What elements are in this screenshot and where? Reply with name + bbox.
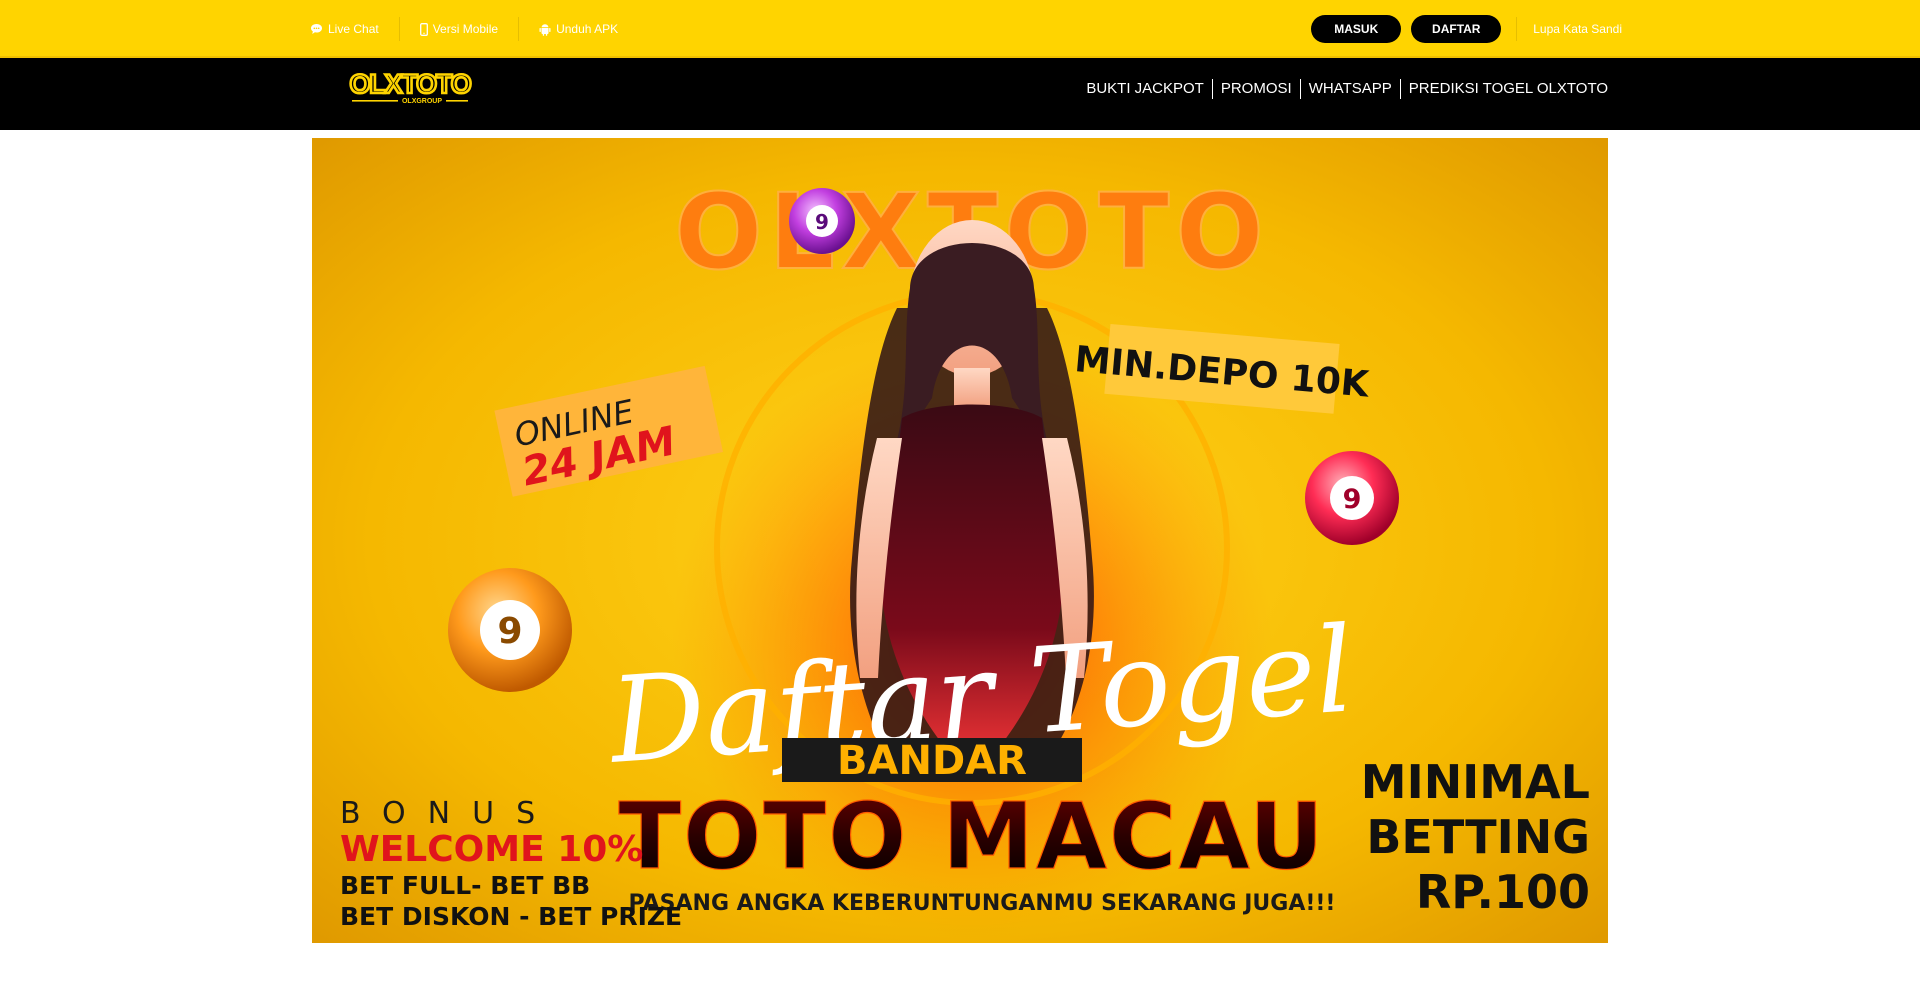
top-bar: Live Chat Versi Mobile Unduh APK MASUK D… [0, 0, 1920, 58]
mobile-phone-icon [419, 22, 428, 36]
auth-controls: MASUK DAFTAR Lupa Kata Sandi [1301, 0, 1622, 58]
nav-prediksi-togel[interactable]: PREDIKSI TOGEL OLXTOTO [1399, 79, 1608, 99]
nav-bukti-jackpot[interactable]: BUKTI JACKPOT [1078, 79, 1212, 99]
product-title: TOTO MACAU [618, 783, 1325, 890]
minimal-line-3: RP.100 [1416, 865, 1590, 919]
bonus-line-2: BET DISKON - BET PRIZE [340, 902, 682, 931]
chat-bubble-icon [310, 23, 323, 35]
bonus-title: BONUS [340, 796, 557, 831]
ball-number: 9 [815, 210, 829, 234]
bonus-welcome: WELCOME 10% [340, 829, 643, 870]
logo-subtext: OLXGROUP [402, 98, 442, 105]
top-links: Live Chat Versi Mobile Unduh APK [310, 0, 638, 58]
nav-promosi[interactable]: PROMOSI [1211, 79, 1300, 99]
live-chat-label: Live Chat [328, 22, 379, 36]
bandar-label: BANDAR [837, 738, 1027, 784]
register-button[interactable]: DAFTAR [1411, 15, 1502, 43]
main-navbar: OLXTOTO OLXGROUP BUKTI JACKPOT PROMOSI W… [0, 58, 1920, 130]
forgot-password-link[interactable]: Lupa Kata Sandi [1516, 17, 1622, 41]
minimal-line-1: MINIMAL [1361, 755, 1590, 809]
login-button[interactable]: MASUK [1311, 15, 1402, 43]
bonus-line-1: BET FULL- BET BB [340, 871, 590, 900]
main-nav: BUKTI JACKPOT PROMOSI WHATSAPP PREDIKSI … [1078, 79, 1608, 99]
lottery-ball-orange: 9 [448, 568, 572, 692]
logo-text: OLXTOTO [349, 69, 470, 99]
ball-number: 9 [1343, 484, 1362, 515]
nav-whatsapp[interactable]: WHATSAPP [1299, 79, 1400, 99]
live-chat-link[interactable]: Live Chat [310, 17, 399, 41]
lottery-ball-purple: 9 [789, 188, 855, 254]
android-icon [539, 23, 551, 36]
download-apk-label: Unduh APK [556, 22, 619, 36]
minimal-line-2: BETTING [1366, 810, 1590, 864]
promo-banner[interactable]: OLXTOTO 9 9 9 O [312, 138, 1608, 943]
ball-number: 9 [497, 611, 522, 652]
lottery-ball-red: 9 [1305, 451, 1399, 545]
download-apk-link[interactable]: Unduh APK [518, 17, 638, 41]
mobile-version-link[interactable]: Versi Mobile [398, 17, 518, 41]
mobile-version-label: Versi Mobile [432, 22, 499, 36]
tagline: PASANG ANGKA KEBERUNTUNGANMU SEKARANG JU… [629, 891, 1336, 916]
site-logo[interactable]: OLXTOTO OLXGROUP [340, 68, 480, 108]
